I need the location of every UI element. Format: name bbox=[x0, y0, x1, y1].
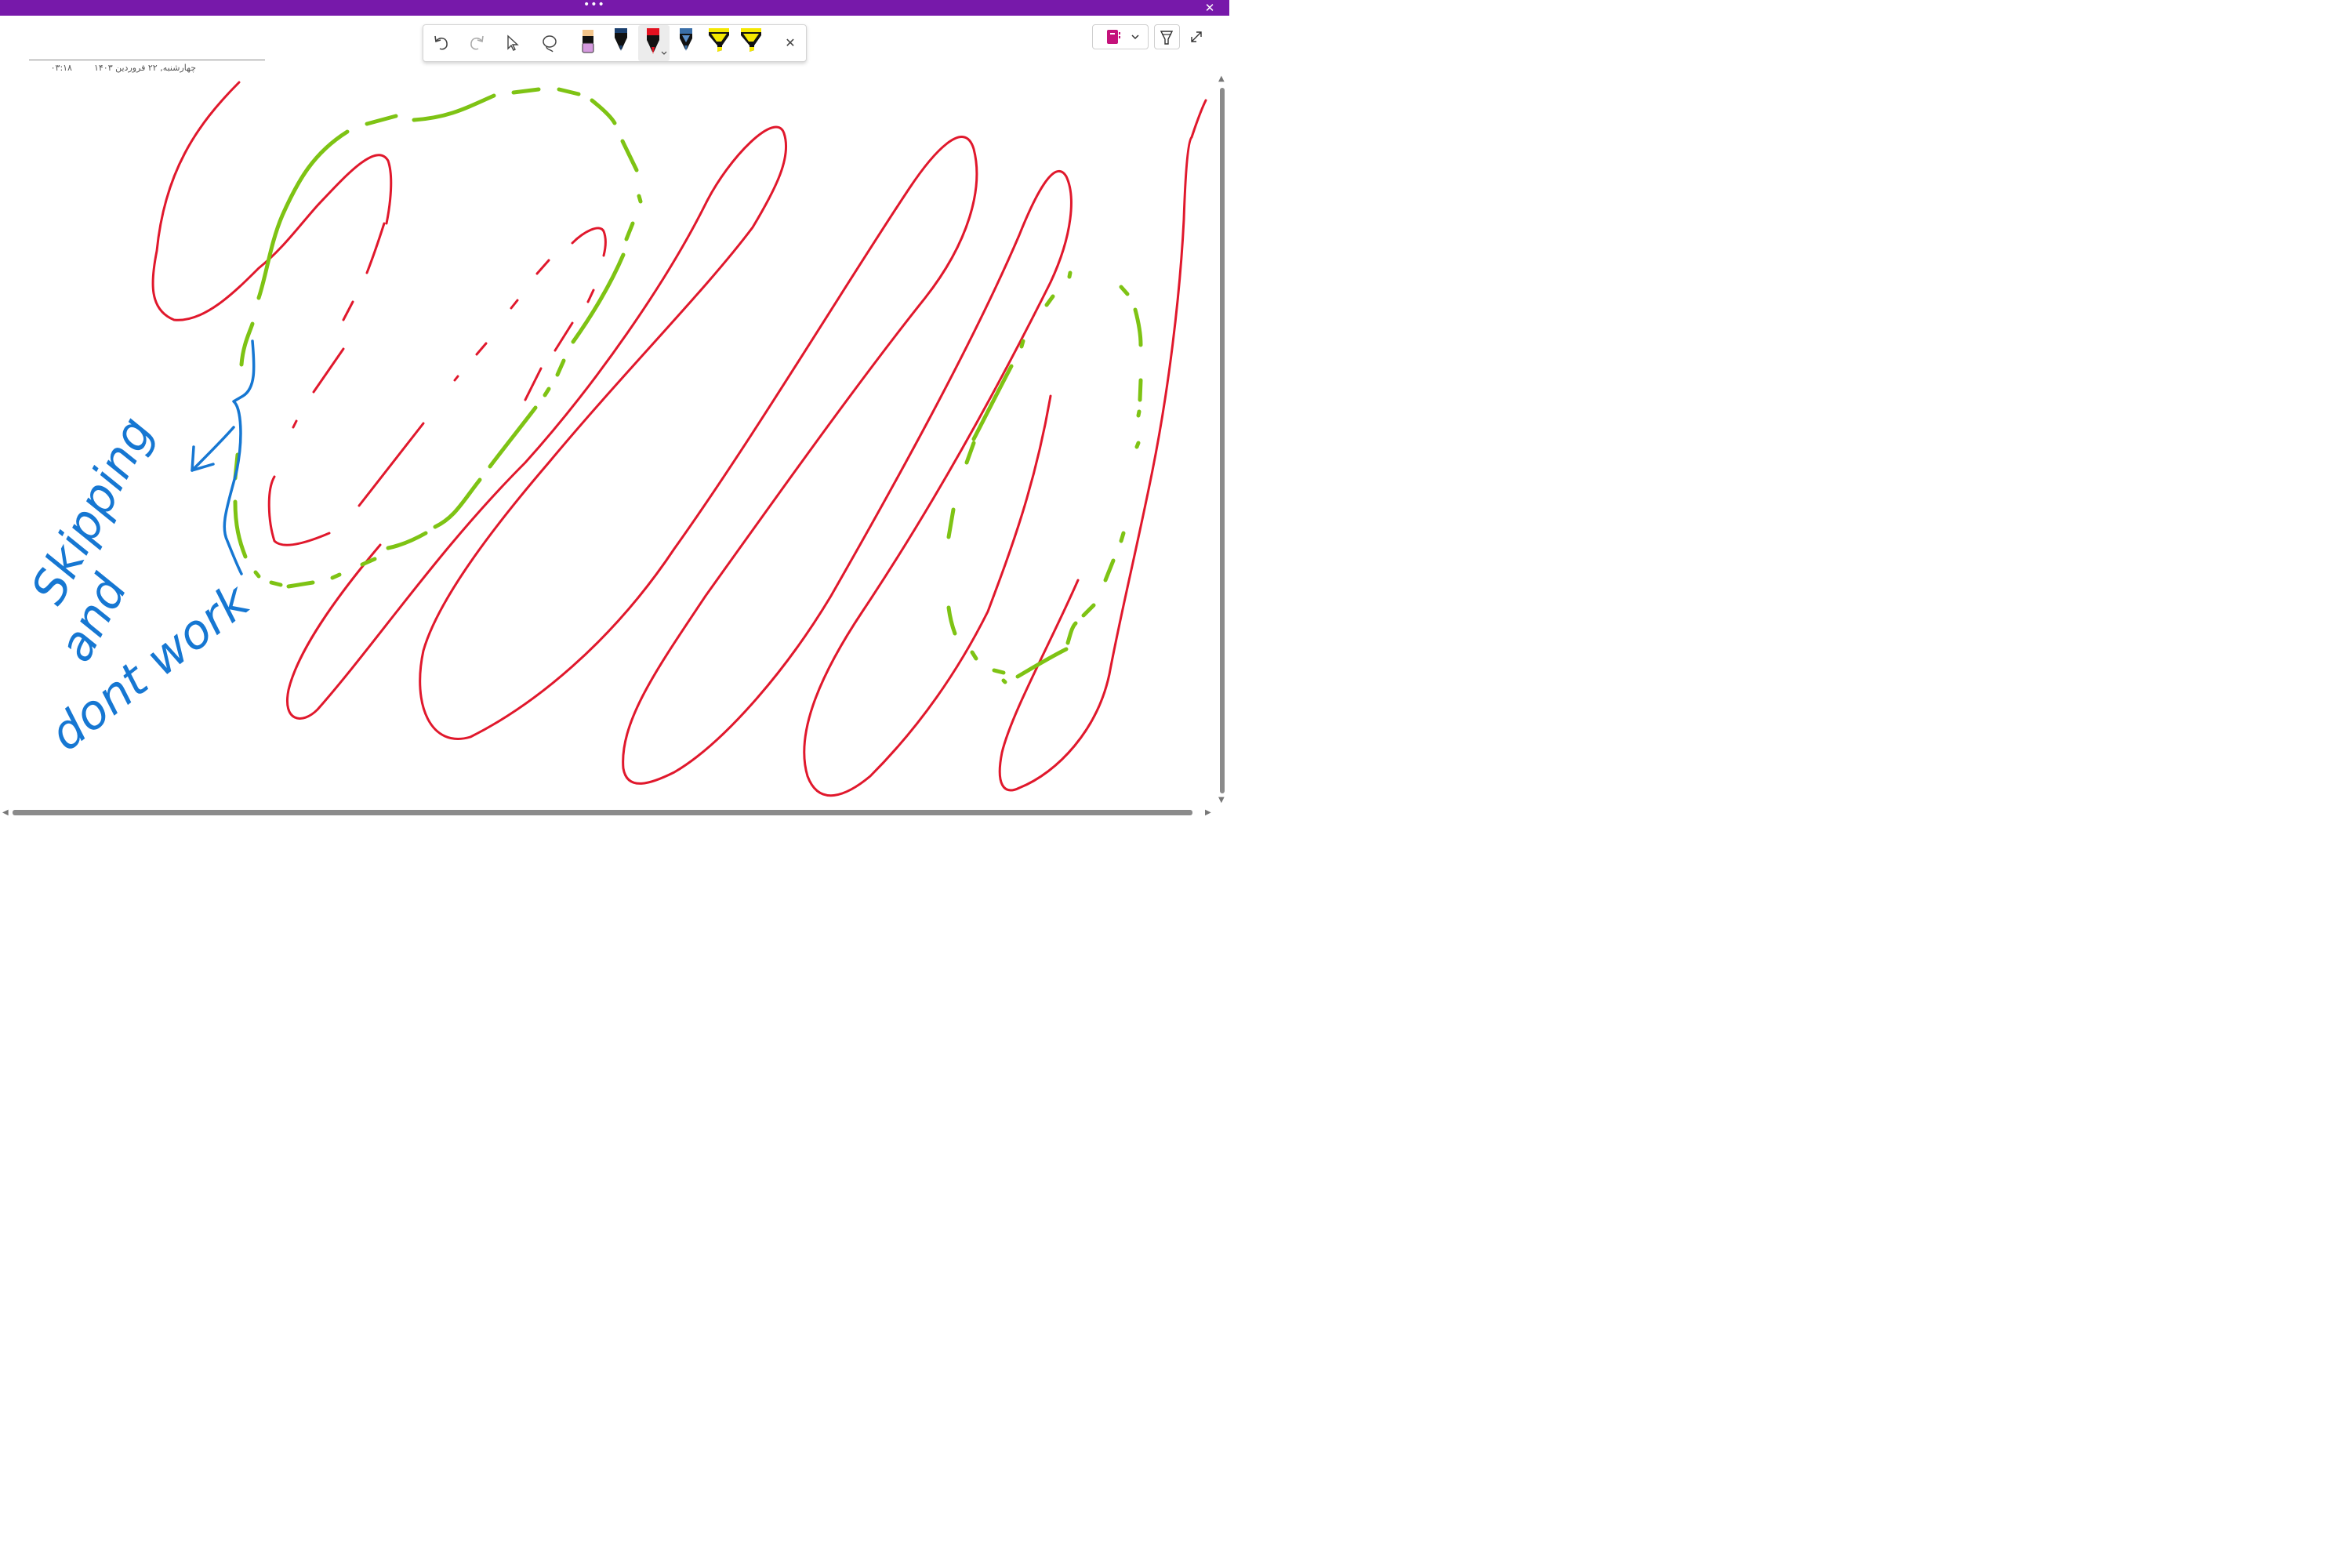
chevron-down-icon bbox=[661, 51, 667, 55]
vertical-scrollbar[interactable]: ▲ ▼ bbox=[1216, 74, 1229, 808]
blue-ink-strokes bbox=[191, 339, 256, 575]
scroll-down-arrow[interactable]: ▼ bbox=[1218, 797, 1225, 804]
lasso-button[interactable] bbox=[535, 25, 564, 61]
horizontal-scroll-thumb[interactable] bbox=[13, 810, 1192, 815]
green-ink-strokes bbox=[233, 87, 1143, 684]
pen-dark-blue-tool[interactable] bbox=[607, 25, 635, 61]
scroll-left-arrow[interactable]: ◀ bbox=[2, 809, 9, 817]
pen-settings-icon bbox=[1160, 31, 1174, 45]
close-toolbar-button[interactable]: ✕ bbox=[776, 25, 804, 61]
drawing-canvas[interactable]: Skipping and dont work bbox=[0, 0, 1215, 806]
notebook-selector-button[interactable] bbox=[1092, 24, 1149, 49]
notebook-icon bbox=[1107, 30, 1139, 44]
highlighter-icon bbox=[741, 28, 761, 52]
highlighter-yellow-2-tool[interactable] bbox=[737, 25, 765, 61]
redo-icon bbox=[470, 35, 484, 50]
undo-button[interactable] bbox=[426, 25, 455, 61]
drawing-toolbar: ✕ bbox=[423, 24, 807, 62]
page-date-time: چهارشنبه, ۲۲ فروردین ۱۴۰۳ ۰۳:۱۸ bbox=[31, 63, 196, 75]
redo-button[interactable] bbox=[463, 25, 492, 61]
page-date: چهارشنبه, ۲۲ فروردین ۱۴۰۳ bbox=[93, 63, 196, 73]
highlighter-yellow-1-tool[interactable] bbox=[705, 25, 733, 61]
pen-icon bbox=[615, 28, 627, 51]
expand-icon bbox=[1191, 31, 1202, 42]
pen-settings-button[interactable] bbox=[1154, 24, 1180, 49]
pen-galaxy-tool[interactable] bbox=[672, 25, 700, 61]
red-ink-strokes bbox=[151, 81, 1207, 797]
highlighter-icon bbox=[709, 28, 729, 52]
page-time: ۰۳:۱۸ bbox=[50, 63, 72, 73]
scroll-up-arrow[interactable]: ▲ bbox=[1218, 75, 1225, 83]
chevron-down-icon bbox=[1131, 34, 1139, 40]
cursor-icon bbox=[507, 34, 519, 51]
eraser-tool[interactable] bbox=[574, 25, 602, 61]
horizontal-scrollbar[interactable]: ◀ ▶ bbox=[0, 806, 1216, 819]
undo-icon bbox=[434, 35, 448, 50]
select-button[interactable] bbox=[499, 25, 527, 61]
scroll-right-arrow[interactable]: ▶ bbox=[1205, 809, 1211, 817]
pen-red-tool[interactable] bbox=[638, 25, 670, 61]
lasso-icon bbox=[543, 35, 557, 53]
pen-icon bbox=[647, 28, 667, 55]
eraser-icon bbox=[582, 30, 594, 53]
vertical-scroll-thumb[interactable] bbox=[1220, 88, 1225, 793]
pen-icon bbox=[680, 28, 692, 51]
handwritten-note: Skipping and dont work bbox=[20, 408, 260, 762]
expand-button[interactable] bbox=[1187, 27, 1206, 46]
